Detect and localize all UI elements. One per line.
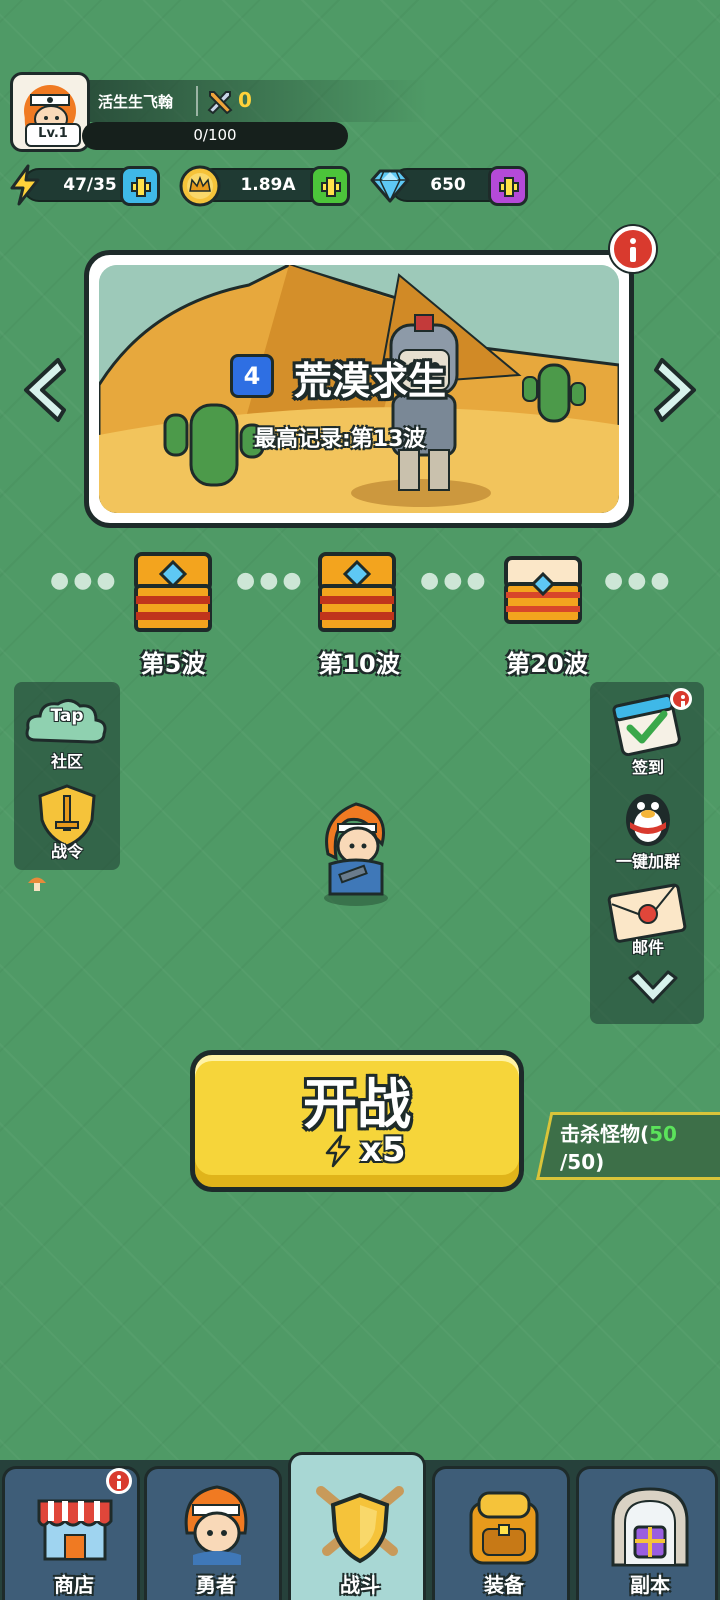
tab-label: 战斗 — [340, 1573, 380, 1597]
tab-label: 勇者 — [196, 1573, 236, 1597]
player-name: 活生生飞翰 — [98, 93, 174, 111]
stage-title: 荒漠求生 — [294, 359, 447, 403]
shop-icon — [37, 1499, 113, 1561]
crown-coin-icon — [179, 165, 221, 207]
progress-dots: ●●● — [50, 568, 120, 593]
gold-value: 1.89A — [240, 175, 296, 195]
quest-current: 50 — [649, 1122, 677, 1146]
tab-battle[interactable]: 战斗 — [288, 1452, 426, 1600]
wave-label: 第20波 — [506, 650, 588, 678]
battle-cost: x5 — [360, 1130, 406, 1170]
stage-number: 4 — [230, 354, 274, 398]
player-avatar[interactable]: Lv.1 — [10, 72, 90, 152]
battle-pass-label: 战令 — [50, 842, 83, 861]
tab-dungeon[interactable]: 副本 — [576, 1466, 718, 1600]
tab-hero[interactable]: 勇者 — [144, 1466, 282, 1600]
quest-total: /50) — [560, 1150, 605, 1174]
tab-equipment[interactable]: 装备 — [432, 1466, 570, 1600]
checkin-label: 签到 — [631, 758, 664, 777]
divider — [196, 86, 198, 116]
hero-icon — [184, 1485, 248, 1565]
level-badge: Lv.1 — [25, 123, 81, 147]
energy-plus-button[interactable] — [120, 166, 160, 206]
wave-label: 第10波 — [318, 650, 400, 678]
battle-icon — [316, 1486, 404, 1564]
tab-label: 装备 — [484, 1573, 524, 1597]
penguin-icon — [626, 794, 670, 846]
stage-info-button[interactable] — [610, 226, 656, 272]
tab-label: 副本 — [630, 1573, 670, 1597]
arrow-left-icon[interactable] — [18, 354, 66, 426]
quest-text: 击杀怪物(50 /50) — [560, 1120, 677, 1176]
chest-icon[interactable] — [500, 552, 586, 640]
battle-pass-button[interactable]: 战令 — [22, 782, 112, 866]
backpack-icon — [469, 1491, 539, 1565]
mail-button[interactable]: 邮件 — [596, 878, 700, 968]
hero-character — [324, 802, 388, 906]
wave-label: 第5波 — [140, 650, 206, 678]
gem-value: 650 — [430, 175, 466, 195]
checkin-button[interactable]: 签到 — [596, 688, 700, 780]
tap-text: Tap — [50, 706, 84, 726]
dungeon-door-icon — [611, 1487, 689, 1567]
power-value: 0 — [238, 88, 252, 112]
exp-text: 0/100 — [193, 126, 237, 144]
progress-dots: ●●● — [420, 568, 490, 593]
shop-alert-icon — [106, 1468, 132, 1494]
join-group-button[interactable]: 一键加群 — [596, 784, 700, 874]
progress-dots: ●●● — [236, 568, 306, 593]
chest-icon[interactable] — [130, 548, 216, 636]
gem-plus-button[interactable] — [488, 166, 528, 206]
battle-title: 开战 — [303, 1073, 411, 1136]
chevron-down-icon[interactable] — [626, 970, 680, 1010]
community-label: 社区 — [50, 752, 83, 771]
chest-icon[interactable] — [314, 548, 400, 636]
mail-label: 邮件 — [631, 938, 664, 957]
quest-prefix: 击杀怪物( — [560, 1122, 650, 1146]
sword-power-icon — [207, 91, 233, 114]
progress-dots: ●●● — [604, 568, 674, 593]
checkin-alert-icon — [670, 688, 692, 710]
lightning-icon — [10, 164, 40, 206]
gold-plus-button[interactable] — [310, 166, 350, 206]
arrow-right-icon[interactable] — [654, 354, 702, 426]
mushroom-icon — [28, 877, 46, 891]
community-button[interactable]: Tap 社区 — [22, 694, 112, 778]
stage-record: 最高记录:第13波 — [254, 427, 426, 452]
lightning-icon — [325, 1134, 351, 1168]
join-group-label: 一键加群 — [615, 852, 680, 871]
tab-label: 商店 — [54, 1573, 94, 1597]
